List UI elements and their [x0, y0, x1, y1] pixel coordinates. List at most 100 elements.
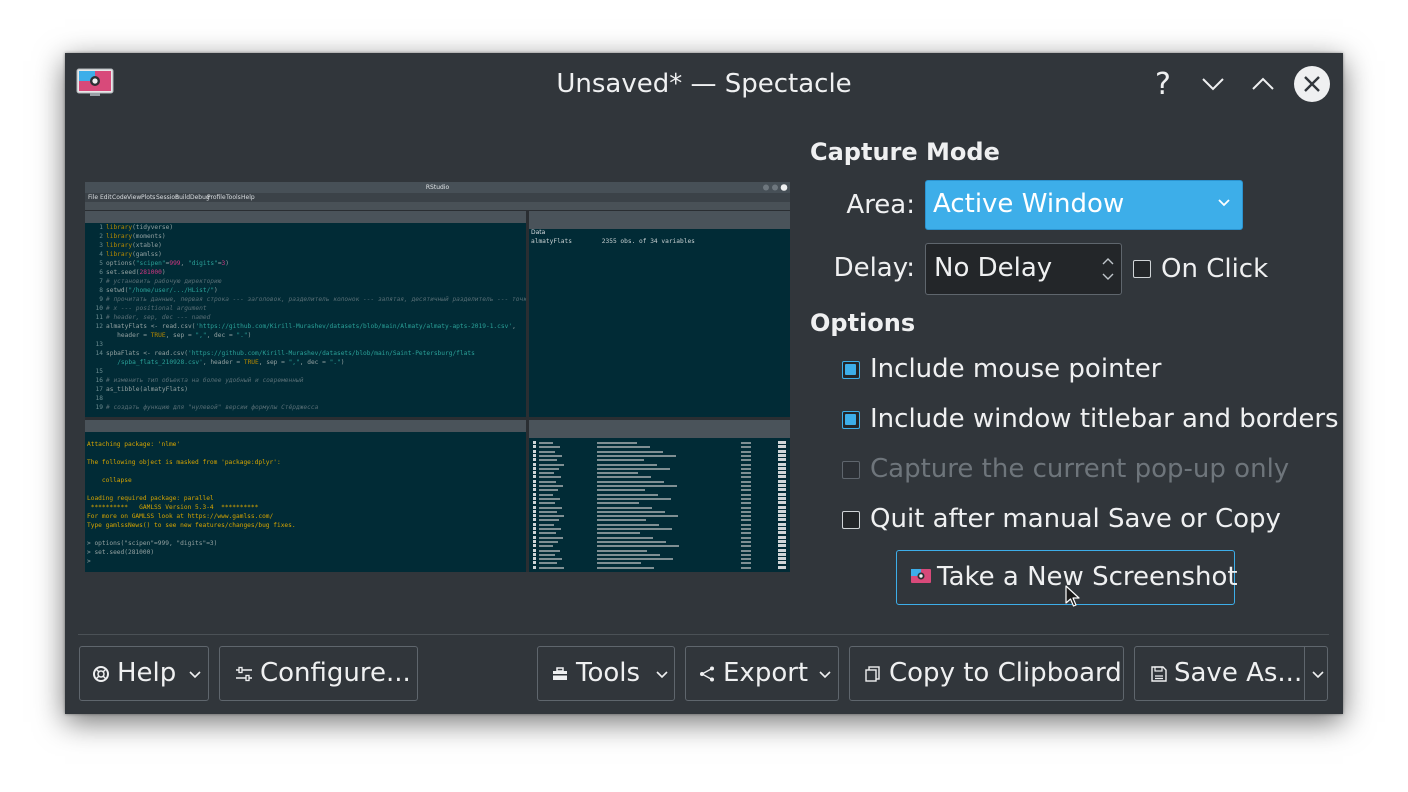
package-version — [741, 532, 751, 535]
export-menu-button[interactable]: Export — [685, 646, 839, 701]
package-actions-icon — [778, 484, 786, 487]
close-icon — [1304, 76, 1320, 92]
title-bar[interactable]: Unsaved* — Spectacle ? — [65, 53, 1343, 115]
package-name — [539, 442, 553, 444]
chevron-down-icon[interactable] — [1311, 669, 1325, 681]
include-titlebar-label[interactable]: Include window titlebar and borders — [870, 404, 1339, 434]
maximize-button[interactable] — [1244, 65, 1282, 103]
configure-button[interactable]: Configure... — [219, 646, 418, 701]
capture-mode-heading: Capture Mode — [810, 138, 1000, 166]
package-checkbox — [533, 531, 536, 535]
package-checkbox — [533, 475, 536, 479]
rstudio-title: RStudio — [425, 184, 450, 191]
package-description — [597, 476, 651, 479]
package-checkbox — [533, 453, 536, 457]
package-description — [597, 515, 678, 518]
spectacle-window: Unsaved* — Spectacle ? RStudio File Edit… — [65, 53, 1343, 714]
package-name — [539, 467, 559, 470]
quit-after-save-label[interactable]: Quit after manual Save or Copy — [870, 504, 1281, 534]
package-actions-icon — [778, 445, 786, 449]
copy-to-clipboard-button[interactable]: Copy to Clipboard — [849, 646, 1124, 701]
area-label: Area: — [846, 190, 915, 220]
source-pane-tabs — [85, 211, 526, 223]
area-combobox[interactable]: Active Window — [925, 180, 1243, 230]
rstudio-console-pane: Attaching package: 'nlme' The following … — [85, 420, 526, 572]
package-name — [539, 549, 560, 552]
package-version — [741, 545, 751, 548]
minimize-button[interactable] — [1194, 65, 1232, 103]
package-actions-icon — [778, 471, 786, 475]
footer-separator — [78, 634, 1329, 635]
package-version — [741, 528, 751, 530]
package-description — [597, 528, 672, 530]
rstudio-window-controls-icon — [763, 184, 788, 191]
configure-label: Configure... — [260, 658, 411, 688]
help-button[interactable]: ? — [1144, 65, 1182, 103]
package-actions-icon — [778, 505, 786, 509]
rstudio-packages-pane — [529, 420, 790, 572]
package-description — [597, 510, 665, 513]
package-actions-icon — [778, 565, 786, 569]
screenshot-preview[interactable]: RStudio File Edit Code View Plots Sessio… — [85, 182, 790, 572]
include-mouse-pointer-label[interactable]: Include mouse pointer — [870, 354, 1161, 384]
package-name — [539, 536, 563, 539]
quit-after-save-checkbox[interactable] — [842, 511, 860, 529]
on-click-checkbox[interactable] — [1133, 260, 1151, 278]
package-checkbox — [533, 471, 536, 475]
package-name — [539, 540, 558, 543]
package-actions-icon — [778, 535, 786, 539]
package-name — [539, 497, 560, 500]
package-description — [597, 558, 673, 561]
package-name — [539, 558, 562, 561]
package-actions-icon — [778, 527, 786, 530]
package-actions-icon — [778, 552, 786, 556]
package-description — [597, 450, 663, 453]
package-version — [741, 459, 751, 462]
package-version — [741, 553, 751, 556]
include-mouse-pointer-checkbox[interactable] — [842, 361, 860, 379]
include-titlebar-checkbox[interactable] — [842, 411, 860, 429]
save-as-button[interactable]: Save As... — [1134, 646, 1328, 701]
delay-spinbox[interactable]: No Delay — [925, 243, 1122, 295]
chevron-down-icon — [819, 671, 831, 679]
package-description — [597, 540, 666, 543]
on-click-label[interactable]: On Click — [1161, 254, 1268, 284]
rstudio-source-pane: 1 library(tidyverse) 2 library(moments) 3l… — [85, 211, 526, 417]
spin-arrows-icon[interactable] — [1101, 254, 1115, 284]
package-description — [597, 536, 653, 539]
package-checkbox — [533, 449, 536, 453]
save-icon — [1151, 666, 1167, 682]
package-checkbox — [533, 509, 536, 513]
package-description — [597, 562, 641, 565]
package-name — [539, 566, 564, 569]
package-checkbox — [533, 501, 536, 505]
package-name — [539, 528, 561, 530]
package-description — [597, 549, 647, 552]
toolbox-icon — [553, 667, 567, 680]
close-button[interactable] — [1294, 66, 1330, 102]
package-checkbox — [533, 514, 536, 518]
chevron-up-icon — [1252, 77, 1274, 90]
package-version — [741, 515, 751, 518]
package-name — [539, 493, 553, 496]
help-label: Help — [117, 658, 177, 688]
environment-pane-tabs — [529, 211, 790, 229]
package-actions-icon — [778, 441, 786, 444]
capture-popup-checkbox — [842, 461, 860, 479]
package-description — [597, 532, 640, 535]
package-actions-icon — [778, 453, 786, 457]
tools-menu-button[interactable]: Tools — [537, 646, 675, 701]
package-name — [539, 545, 553, 548]
delay-label: Delay: — [833, 253, 915, 283]
rstudio-menu-edit: Edit — [100, 194, 112, 201]
env-header: Data — [531, 229, 546, 236]
package-checkbox — [533, 466, 536, 470]
rstudio-menu-tools: Tools — [226, 194, 241, 201]
package-name — [539, 446, 560, 449]
rstudio-menu-help: Help — [241, 194, 255, 201]
package-version — [741, 442, 751, 444]
package-version — [741, 485, 751, 487]
screenshot-icon — [911, 569, 931, 583]
help-menu-button[interactable]: Help — [79, 646, 209, 701]
package-checkbox — [533, 522, 536, 526]
